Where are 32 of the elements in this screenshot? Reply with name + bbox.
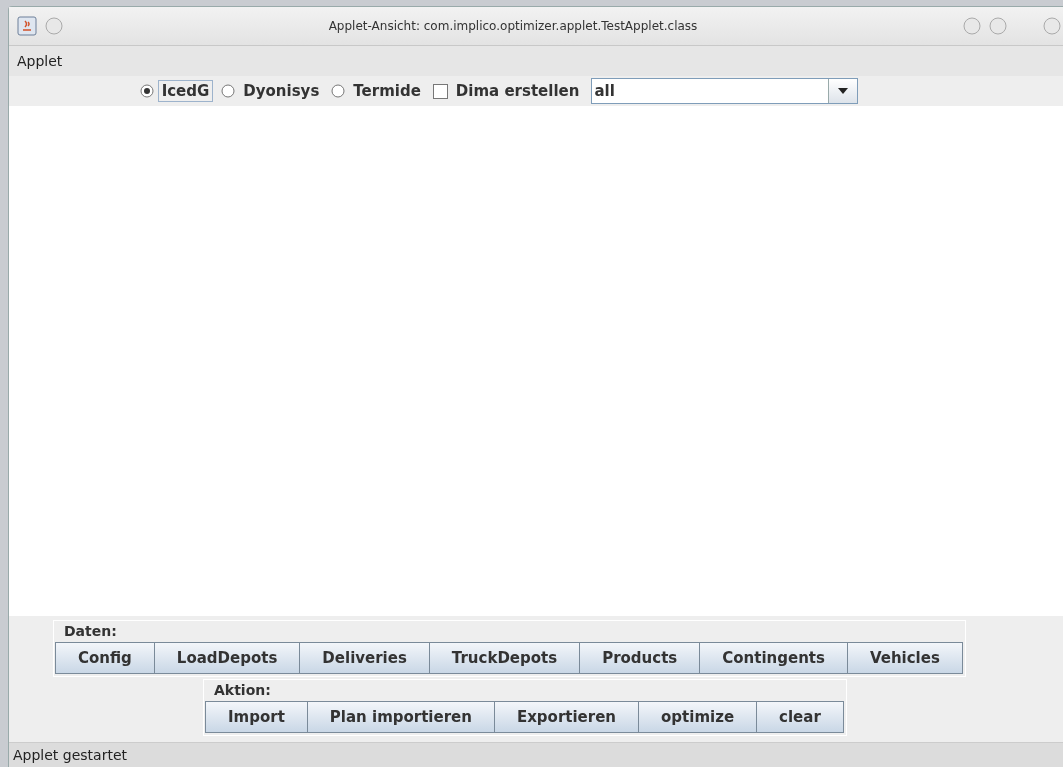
action-button[interactable]: clear — [756, 701, 844, 733]
action-button[interactable]: TruckDepots — [428, 642, 581, 674]
option-label[interactable]: IcedG — [157, 80, 214, 102]
group-title: Daten: — [63, 622, 118, 641]
option-label[interactable]: Termide — [349, 80, 425, 102]
action-button[interactable]: optimize — [638, 701, 758, 733]
option-label[interactable]: Dyonisys — [239, 80, 324, 102]
checkbox[interactable] — [432, 83, 448, 99]
status-text: Applet gestartet — [13, 747, 127, 763]
action-button[interactable]: Products — [579, 642, 701, 674]
option-label[interactable]: Dima erstellen — [451, 80, 584, 102]
window-menu-button[interactable] — [45, 17, 63, 35]
radio-button[interactable] — [139, 84, 154, 98]
radio-button[interactable] — [331, 84, 346, 98]
action-button[interactable]: Exportieren — [493, 701, 640, 733]
radio-button[interactable] — [221, 84, 236, 98]
caret-icon — [837, 87, 850, 95]
action-button[interactable]: Vehicles — [846, 642, 963, 674]
action-button[interactable]: Import — [205, 701, 308, 733]
action-button[interactable]: Plan importieren — [306, 701, 495, 733]
window-title: Applet-Ansicht: com.implico.optimizer.applet.TestApplet.class — [327, 19, 699, 33]
close-button[interactable] — [1043, 17, 1061, 35]
java-icon — [17, 16, 37, 36]
action-button[interactable]: Deliveries — [299, 642, 430, 674]
dropdown[interactable]: all — [591, 78, 859, 104]
menu-item[interactable]: Applet — [17, 53, 63, 69]
action-button[interactable]: LoadDepots — [153, 642, 301, 674]
action-button[interactable]: Config — [55, 642, 155, 674]
minimize-button[interactable] — [963, 17, 981, 35]
group-title: Aktion: — [213, 681, 272, 700]
maximize-button[interactable] — [989, 17, 1007, 35]
action-button[interactable]: Contingents — [699, 642, 848, 674]
